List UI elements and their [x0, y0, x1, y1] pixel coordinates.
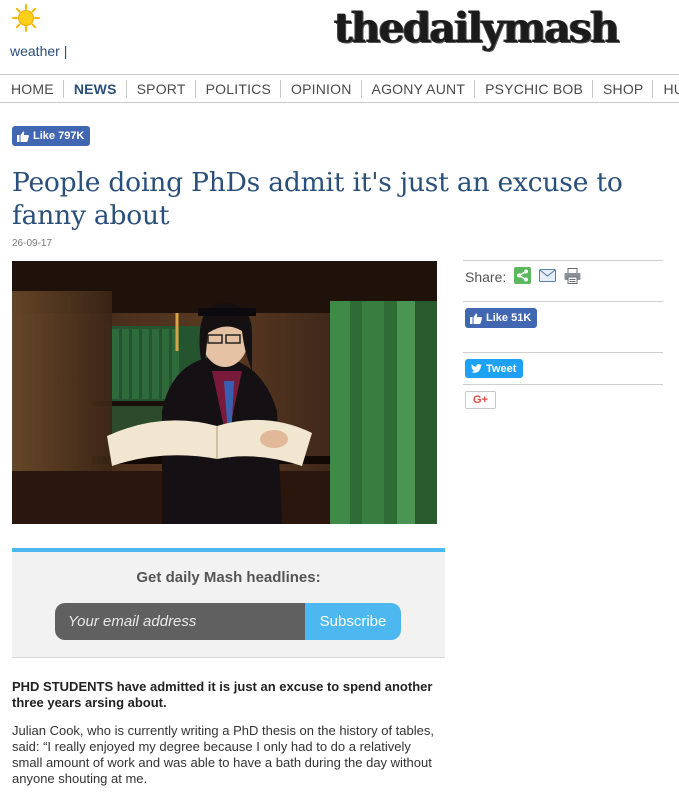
tweet-button[interactable]: Tweet: [465, 359, 524, 378]
facebook-like-count: 797K: [58, 130, 85, 142]
sidebar-facebook-like-count: 51K: [511, 312, 532, 324]
sidebar-divider: [463, 301, 663, 302]
nav-item-politics[interactable]: POLITICS: [194, 79, 280, 98]
article-body: Julian Cook, who is currently writing a …: [12, 723, 434, 786]
newsletter-title: Get daily Mash headlines:: [136, 569, 321, 586]
newsletter-signup: Get daily Mash headlines: Your email add…: [12, 548, 445, 658]
share-panel: Share:: [463, 260, 663, 293]
nav-item-hump[interactable]: HUMP: [652, 79, 679, 98]
email-input[interactable]: Your email address: [55, 603, 305, 640]
main-nav: HOME NEWS SPORT POLITICS OPINION AGONY AUNT PS…: [0, 74, 679, 103]
tweet-label: Tweet: [486, 362, 517, 375]
nav-item-home[interactable]: HOME: [0, 80, 63, 98]
share-icon[interactable]: [514, 267, 532, 287]
subscribe-button[interactable]: Subscribe: [305, 603, 401, 640]
nav-item-psychic-bob[interactable]: PSYCHIC BOB: [474, 79, 592, 98]
twitter-bird-icon: [471, 364, 482, 373]
article-title: People doing PhDs admit it's just an exc…: [12, 167, 623, 231]
sidebar-facebook-like-label: Like: [486, 312, 509, 324]
share-row: Share:: [463, 260, 663, 293]
weather-link[interactable]: weather |: [10, 43, 67, 59]
nav-item-shop[interactable]: SHOP: [591, 79, 652, 98]
site-logo[interactable]: thedailymash: [334, 4, 620, 52]
thumbs-up-icon: [17, 131, 29, 142]
facebook-like-button[interactable]: Like 797K: [12, 126, 91, 146]
logo-text: thedailymash: [334, 4, 620, 52]
facebook-like-label: Like: [33, 130, 56, 142]
site-header: weather | thedailymash: [0, 0, 679, 72]
email-icon[interactable]: [539, 269, 557, 285]
article-lead: PHD STUDENTS have admitted it is just an…: [12, 679, 433, 710]
nav-item-news[interactable]: NEWS: [62, 79, 126, 98]
share-label: Share:: [465, 269, 507, 285]
google-plus-button[interactable]: G+: [465, 391, 496, 409]
sidebar-divider: [463, 384, 663, 385]
sidebar-facebook-like-button[interactable]: Like 51K: [465, 308, 538, 328]
graduate-reading-photo: [12, 261, 437, 524]
thumbs-up-icon: [470, 313, 482, 324]
google-plus-label: G+: [473, 394, 488, 406]
article-image: [12, 261, 437, 524]
nav-item-sport[interactable]: SPORT: [125, 79, 195, 98]
print-icon[interactable]: [564, 267, 581, 287]
nav-item-agony-aunt[interactable]: AGONY AUNT: [360, 79, 475, 98]
nav-item-opinion[interactable]: OPINION: [280, 79, 361, 98]
article-date: 26-09-17: [12, 238, 53, 249]
sidebar-divider: [463, 352, 663, 353]
sun-icon[interactable]: [12, 4, 40, 32]
